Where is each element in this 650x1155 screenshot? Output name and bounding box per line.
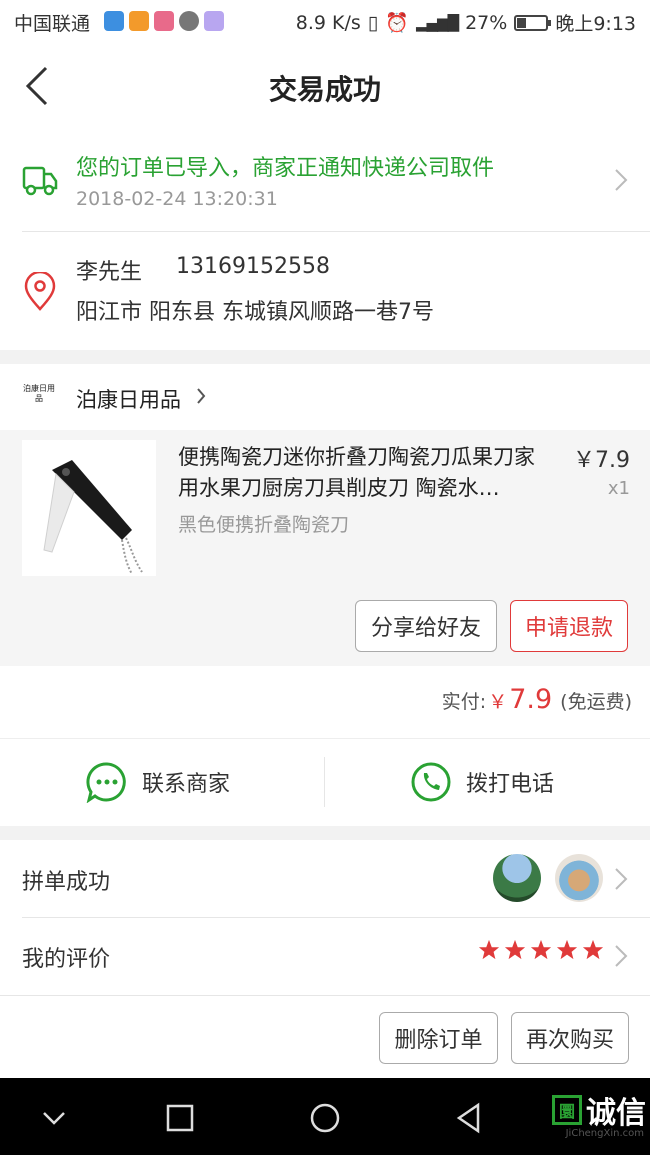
store-logo: 泊康日用品 <box>23 384 55 403</box>
store-header[interactable]: 泊康日用品 泊康日用品 <box>0 364 650 430</box>
wechat-icon <box>179 11 199 31</box>
chat-bubble-icon <box>86 762 126 803</box>
contact-bar: 联系商家 拨打电话 <box>0 738 650 826</box>
sparkle-app-icon <box>204 11 224 31</box>
alarm-icon: ⏰ <box>385 12 409 34</box>
battery-percent: 27% <box>465 11 508 34</box>
paid-currency: ￥ <box>488 691 508 713</box>
recents-icon[interactable] <box>160 1098 200 1138</box>
refund-button[interactable]: 申请退款 <box>510 600 628 652</box>
page-title: 交易成功 <box>268 73 381 106</box>
status-right: 8.9 K/s ▯ ⏰ ▂▄▆█ 27% 晚上9:13 <box>296 9 636 36</box>
home-icon[interactable] <box>305 1098 345 1138</box>
shipping-notice[interactable]: 您的订单已导入，商家正通知快递公司取件 <box>76 150 494 182</box>
chevron-right-icon[interactable] <box>614 944 628 968</box>
location-pin-icon <box>24 272 56 311</box>
divider <box>22 231 650 232</box>
star-icon <box>504 939 526 960</box>
delivery-truck-icon <box>22 166 58 196</box>
system-nav-bar: 圜 诚信 JiChengXin.com <box>0 1078 650 1155</box>
notification-icons <box>104 11 224 31</box>
order-status-section: 您的订单已导入，商家正通知快递公司取件 2018-02-24 13:20:31 … <box>0 130 650 350</box>
review-row[interactable]: 我的评价 <box>0 917 650 995</box>
share-button[interactable]: 分享给好友 <box>355 600 497 652</box>
recipient-address: 阳江市 阳东县 东城镇风顺路一巷7号 <box>76 300 434 325</box>
group-buy-row[interactable]: 拼单成功 <box>0 840 650 917</box>
buy-again-button[interactable]: 再次购买 <box>511 1012 629 1064</box>
item-actions: 分享给好友 申请退款 <box>0 586 650 666</box>
chevron-right-icon[interactable] <box>196 387 206 405</box>
watermark-url: JiChengXin.com <box>565 1128 644 1139</box>
video-app-icon <box>129 11 149 31</box>
order-item-section: 泊康日用品 泊康日用品 便携陶瓷刀迷你折叠刀陶瓷刀瓜果刀家用水果刀厨房刀具削皮刀… <box>0 364 650 666</box>
chevron-right-icon[interactable] <box>614 168 628 192</box>
product-price: ￥7.9 <box>573 448 630 473</box>
call-phone-button[interactable]: 拨打电话 <box>410 761 554 803</box>
product-card[interactable]: 便携陶瓷刀迷你折叠刀陶瓷刀瓜果刀家用水果刀厨房刀具削皮刀 陶瓷水… ￥7.9 x… <box>0 430 650 586</box>
watermark-logo: 圜 诚信 <box>552 1088 646 1132</box>
nav-bar: 交易成功 <box>0 44 650 130</box>
recipient-name: 李先生 <box>76 260 143 285</box>
payment-summary: 实付: ￥ 7.9 (免运费) <box>0 666 650 738</box>
watermark-text: 诚信 <box>586 1096 646 1131</box>
vibrate-icon: ▯ <box>367 11 379 34</box>
order-actions: 删除订单 再次购买 <box>0 995 650 1078</box>
shield-app-icon <box>104 11 124 31</box>
product-spec: 黑色便携折叠陶瓷刀 <box>178 514 350 536</box>
contact-merchant-label: 联系商家 <box>142 772 231 797</box>
review-label: 我的评价 <box>22 947 111 972</box>
carrier-label: 中国联通 <box>14 13 91 35</box>
star-icon <box>530 939 552 960</box>
product-image[interactable] <box>22 440 156 576</box>
paid-total: 实付: ￥ 7.9 (免运费) <box>442 684 632 715</box>
network-speed: 8.9 K/s <box>295 11 361 34</box>
shipping-note: (免运费) <box>560 691 632 713</box>
face-app-icon <box>154 11 174 31</box>
group-buy-label: 拼单成功 <box>22 870 111 895</box>
store-name[interactable]: 泊康日用品 <box>76 384 181 414</box>
product-title[interactable]: 便携陶瓷刀迷你折叠刀陶瓷刀瓜果刀家用水果刀厨房刀具削皮刀 陶瓷水… <box>178 442 548 504</box>
order-extra-section: 拼单成功 我的评价 删除订单 再次购买 <box>0 840 650 1078</box>
chevron-right-icon[interactable] <box>614 867 628 891</box>
shipping-time: 2018-02-24 13:20:31 <box>76 188 278 210</box>
star-rating <box>478 939 604 961</box>
clock: 晚上9:13 <box>555 13 636 35</box>
paid-amount: 7.9 <box>509 684 553 715</box>
hide-keyboard-icon[interactable] <box>34 1098 74 1138</box>
phone-icon <box>411 762 451 802</box>
avatar[interactable] <box>493 854 541 902</box>
recipient-phone: 13169152558 <box>176 254 330 279</box>
product-quantity: x1 <box>607 478 630 499</box>
star-icon <box>582 939 604 960</box>
avatar[interactable] <box>555 854 603 902</box>
divider <box>324 757 325 807</box>
paid-label: 实付: <box>441 691 487 713</box>
watermark-mark: 圜 <box>552 1095 582 1125</box>
battery-icon <box>514 14 552 31</box>
star-icon <box>556 939 578 960</box>
back-triangle-icon[interactable] <box>450 1098 490 1138</box>
status-bar: 中国联通 8.9 K/s ▯ ⏰ ▂▄▆█ 27% 晚上9:13 <box>0 0 650 44</box>
delete-order-button[interactable]: 删除订单 <box>379 1012 498 1064</box>
contact-merchant-button[interactable]: 联系商家 <box>86 761 230 803</box>
signal-icon: ▂▄▆█ <box>415 13 459 32</box>
star-icon <box>478 939 500 960</box>
call-phone-label: 拨打电话 <box>466 772 555 797</box>
